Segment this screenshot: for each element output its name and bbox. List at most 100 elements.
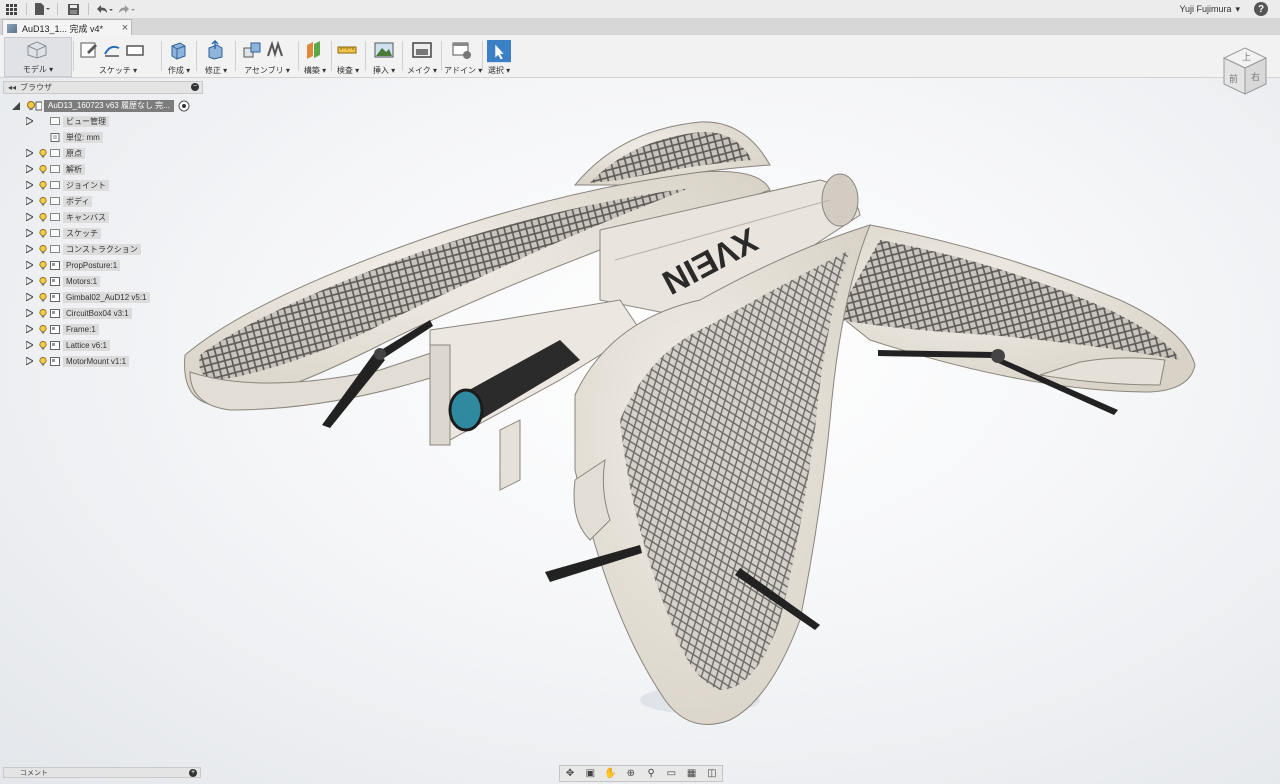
tree-item-label: 解析 [63,163,85,175]
tree-item-label: 単位: mm [63,131,103,143]
activate-radio-icon[interactable] [178,100,190,112]
visibility-bulb-icon[interactable] [39,244,47,254]
visibility-bulb-icon[interactable] [39,356,47,366]
expanded-triangle-icon[interactable] [12,101,20,110]
visibility-bulb-icon[interactable] [39,276,47,286]
tree-item[interactable]: MotorMount v1:1 [26,355,130,367]
comments-title: コメント [20,769,48,777]
orbit-icon[interactable]: ✥ [562,768,578,780]
visibility-bulb-icon[interactable] [39,164,47,174]
tree-item[interactable]: 単位: mm [26,131,103,143]
browser-title: ブラウザ [20,83,53,92]
expand-triangle-icon[interactable] [26,197,33,205]
tree-item[interactable]: ビュー管理 [26,115,109,127]
units-doc-icon [50,132,60,142]
expand-triangle-icon[interactable] [26,357,33,365]
expand-triangle-icon[interactable] [26,277,33,285]
add-comment-icon[interactable]: + [189,769,197,777]
folder-icon [50,245,60,253]
tree-item-label: コンストラクション [63,243,141,255]
expand-triangle-icon[interactable] [26,213,33,221]
tree-item-label: 原点 [63,147,85,159]
tree-item[interactable]: Lattice v6:1 [26,339,110,351]
tree-item-label: Gimbal02_AuD12 v5:1 [63,291,150,303]
tree-item-label: MotorMount v1:1 [63,355,130,367]
component-icon [50,276,60,286]
visibility-bulb-icon[interactable] [39,260,47,270]
component-icon [50,308,60,318]
visibility-bulb-icon[interactable] [39,148,47,158]
view-cube[interactable]: 上 前 右 [1218,44,1272,98]
tree-item-label: Lattice v6:1 [63,339,110,351]
expand-triangle-icon[interactable] [26,149,33,157]
component-icon [50,260,60,270]
component-icon [50,356,60,366]
tree-item[interactable]: PropPosture:1 [26,259,121,271]
visibility-bulb-icon[interactable] [39,228,47,238]
tree-item[interactable]: Frame:1 [26,323,99,335]
tree-item-label: ボディ [63,195,93,207]
navigation-bar: ✥ ▣ ✋ ⊕ ⚲ ▭ ▦ ◫ [559,765,723,782]
zoom-icon[interactable]: ⊕ [623,768,639,780]
visibility-bulb-icon[interactable] [39,212,47,222]
tree-item-label: CircuitBox04 v3:1 [63,307,132,319]
visibility-bulb-icon[interactable] [39,340,47,350]
tree-item[interactable]: 原点 [26,147,85,159]
browser-panel-header[interactable]: ◂◂ ブラウザ − [3,81,203,94]
tree-item-label: キャンバス [63,211,109,223]
pan-icon[interactable]: ✋ [603,768,619,780]
visibility-bulb-icon[interactable] [39,324,47,334]
folder-icon [50,197,60,205]
tree-item[interactable]: キャンバス [26,211,109,223]
minimize-icon[interactable]: − [191,83,199,91]
tree-item[interactable]: 解析 [26,163,85,175]
expand-triangle-icon[interactable] [26,341,33,349]
expand-triangle-icon[interactable] [26,245,33,253]
visibility-bulb-icon[interactable] [26,100,42,111]
folder-icon [50,181,60,189]
visibility-bulb-icon[interactable] [39,292,47,302]
tree-item-label: Frame:1 [63,323,99,335]
viewports-icon[interactable]: ◫ [704,768,720,780]
expand-triangle-icon[interactable] [26,117,33,125]
camera-lens [448,388,484,432]
component-icon [50,340,60,350]
viewcube-right-face[interactable]: 右 [1251,71,1260,83]
folder-icon [50,117,60,125]
tree-item[interactable]: Motors:1 [26,275,101,287]
tree-item[interactable]: コンストラクション [26,243,141,255]
visibility-bulb-icon[interactable] [39,308,47,318]
collapse-icon[interactable]: ◂◂ [8,83,16,92]
fit-icon[interactable]: ⚲ [643,768,659,780]
grid-settings-icon[interactable]: ▦ [684,768,700,780]
expand-triangle-icon[interactable] [26,309,33,317]
expand-triangle-icon[interactable] [26,181,33,189]
tree-root-row[interactable]: AuD13_160723 v63 履歴なし 完... [12,99,190,112]
visibility-bulb-icon[interactable] [39,180,47,190]
folder-icon [50,149,60,157]
tree-item[interactable]: ジョイント [26,179,109,191]
tree-item-label: スケッチ [63,227,101,239]
drone-model-viewport[interactable]: XVEIN [0,0,1280,784]
folder-icon [50,229,60,237]
tree-item-label: PropPosture:1 [63,259,121,271]
expand-triangle-icon[interactable] [26,261,33,269]
expand-triangle-icon[interactable] [26,325,33,333]
viewcube-top-face[interactable]: 上 [1242,52,1251,63]
look-at-icon[interactable]: ▣ [582,768,598,780]
visibility-bulb-icon[interactable] [39,196,47,206]
display-settings-icon[interactable]: ▭ [663,768,679,780]
folder-icon [50,213,60,221]
tree-item-label: ジョイント [63,179,109,191]
tree-item[interactable]: ボディ [26,195,93,207]
expand-triangle-icon[interactable] [26,165,33,173]
viewcube-front-face[interactable]: 前 [1229,73,1238,85]
folder-icon [50,165,60,173]
tree-item[interactable]: スケッチ [26,227,101,239]
tree-item[interactable]: CircuitBox04 v3:1 [26,307,132,319]
tree-item[interactable]: Gimbal02_AuD12 v5:1 [26,291,150,303]
root-component-label: AuD13_160723 v63 履歴なし 完... [44,99,174,112]
comments-panel[interactable]: コメント + [3,767,201,778]
expand-triangle-icon[interactable] [26,229,33,237]
expand-triangle-icon[interactable] [26,293,33,301]
